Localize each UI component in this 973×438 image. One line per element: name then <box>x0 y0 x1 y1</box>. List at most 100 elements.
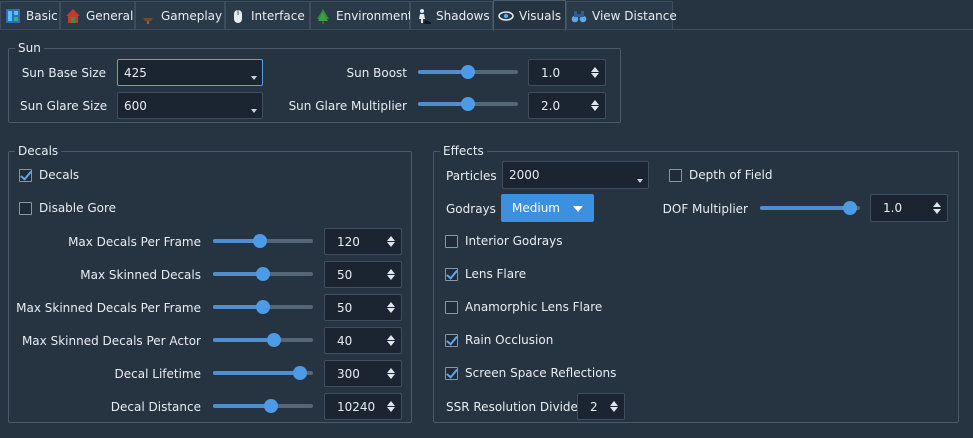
checkbox-box[interactable] <box>445 300 458 314</box>
screen-space-reflections-checkbox[interactable]: Screen Space Reflections <box>445 366 616 380</box>
spin-value: 120 <box>337 234 360 249</box>
spin-up-icon[interactable] <box>591 67 599 72</box>
checkbox-box[interactable] <box>19 201 32 215</box>
tab-gameplay[interactable]: Gameplay <box>135 1 225 29</box>
godrays-combo[interactable]: Medium <box>501 194 594 222</box>
checkbox-box[interactable] <box>669 168 682 182</box>
decal-lifetime-slider[interactable] <box>213 366 313 380</box>
mouse-icon <box>230 8 246 24</box>
max-decals-per-frame-label: Max Decals Per Frame <box>68 235 201 249</box>
house-icon <box>65 8 81 24</box>
spin-up-icon[interactable] <box>387 335 395 340</box>
binoculars-icon <box>571 8 587 24</box>
spin-down-icon[interactable] <box>591 106 599 111</box>
slider-handle[interactable] <box>461 65 475 79</box>
anamorphic-lens-flare-checkbox[interactable]: Anamorphic Lens Flare <box>445 300 602 314</box>
tab-environment[interactable]: Environment <box>310 1 413 29</box>
slider-handle[interactable] <box>256 300 270 314</box>
sun-glare-multiplier-spinbox[interactable]: 2.0 <box>528 92 606 119</box>
lens-flare-checkbox[interactable]: Lens Flare <box>445 267 526 281</box>
slider-handle[interactable] <box>461 97 475 111</box>
dof-multiplier-spinbox[interactable]: 1.0 <box>870 194 948 222</box>
particles-combo[interactable]: 2000 <box>502 161 649 189</box>
spin-up-icon[interactable] <box>591 100 599 105</box>
spin-up-icon[interactable] <box>387 269 395 274</box>
checkbox-box[interactable] <box>445 234 458 248</box>
max-skinned-decals-per-frame-slider[interactable] <box>213 300 313 314</box>
ssr-resolution-divider-spinbox[interactable]: 2 <box>577 393 625 420</box>
sun-boost-label: Sun Boost <box>346 66 407 80</box>
checkbox-box[interactable] <box>19 168 32 182</box>
sun-glare-multiplier-slider[interactable] <box>418 97 518 111</box>
slider-handle[interactable] <box>263 399 278 413</box>
sun-base-size-combo[interactable]: 425 <box>117 59 263 86</box>
decal-distance-slider[interactable] <box>213 399 313 413</box>
spin-down-icon[interactable] <box>387 341 395 346</box>
checkbox-box[interactable] <box>445 366 458 380</box>
max-decals-per-frame-slider[interactable] <box>213 234 313 248</box>
spin-down-icon[interactable] <box>591 73 599 78</box>
spin-up-icon[interactable] <box>387 236 395 241</box>
spin-down-icon[interactable] <box>387 374 395 379</box>
spin-value: 1.0 <box>541 65 561 80</box>
slider-handle[interactable] <box>267 333 282 347</box>
slider-handle[interactable] <box>843 201 858 215</box>
chevron-down-icon <box>251 76 257 80</box>
checkbox-box[interactable] <box>445 267 458 281</box>
tab-view-distance[interactable]: View Distance <box>566 1 677 29</box>
tab-label: Interface <box>251 8 305 23</box>
dof-multiplier-slider[interactable] <box>760 201 860 215</box>
spin-down-icon[interactable] <box>387 407 395 412</box>
checkbox-box[interactable] <box>445 333 458 347</box>
tab-basic[interactable]: Basic <box>0 1 60 29</box>
spin-down-icon[interactable] <box>387 308 395 313</box>
checkbox-label: Disable Gore <box>39 201 117 215</box>
max-skinned-decals-per-frame-label: Max Skinned Decals Per Frame <box>16 301 201 315</box>
spin-up-icon[interactable] <box>933 202 941 207</box>
spin-down-icon[interactable] <box>610 407 618 412</box>
checkbox-label: Lens Flare <box>465 267 527 281</box>
max-skinned-decals-per-actor-spinbox[interactable]: 40 <box>324 327 402 354</box>
slider-fill <box>213 338 275 342</box>
depth-of-field-checkbox[interactable]: Depth of Field <box>669 168 772 182</box>
decals-checkbox[interactable]: Decals <box>19 168 79 182</box>
max-decals-per-frame-spinbox[interactable]: 120 <box>324 228 402 255</box>
max-skinned-decals-per-actor-slider[interactable] <box>213 333 313 347</box>
spin-down-icon[interactable] <box>933 209 941 214</box>
decal-distance-spinbox[interactable]: 10240 <box>324 393 402 420</box>
checkbox-label: Rain Occlusion <box>465 333 554 347</box>
ssr-resolution-divider-label: SSR Resolution Divider <box>446 400 583 414</box>
slider-handle[interactable] <box>253 234 268 248</box>
spin-value: 50 <box>337 267 353 282</box>
tab-shadows[interactable]: Shadows <box>410 1 493 29</box>
spin-down-icon[interactable] <box>387 242 395 247</box>
spin-up-icon[interactable] <box>387 368 395 373</box>
caret-down-icon <box>573 206 583 212</box>
checkbox-label: Anamorphic Lens Flare <box>465 300 603 314</box>
checkbox-label: Interior Godrays <box>465 234 563 248</box>
tab-interface[interactable]: Interface <box>225 1 310 29</box>
tab-label: Basic <box>26 8 58 23</box>
sun-glare-size-combo[interactable]: 600 <box>117 92 263 119</box>
slider-handle[interactable] <box>256 267 270 281</box>
max-skinned-decals-spinbox[interactable]: 50 <box>324 261 402 288</box>
slider-handle[interactable] <box>292 366 307 380</box>
decal-lifetime-spinbox[interactable]: 300 <box>324 360 402 387</box>
spin-down-icon[interactable] <box>387 275 395 280</box>
disable-gore-checkbox[interactable]: Disable Gore <box>19 201 116 215</box>
sun-boost-slider[interactable] <box>418 65 518 79</box>
sun-boost-spinbox[interactable]: 1.0 <box>528 59 606 86</box>
tab-general[interactable]: General <box>60 1 135 29</box>
spin-up-icon[interactable] <box>610 401 618 406</box>
rain-occlusion-checkbox[interactable]: Rain Occlusion <box>445 333 553 347</box>
tree-icon <box>315 8 331 24</box>
interior-godrays-checkbox[interactable]: Interior Godrays <box>445 234 563 248</box>
spin-up-icon[interactable] <box>387 302 395 307</box>
max-skinned-decals-slider[interactable] <box>213 267 313 281</box>
max-skinned-decals-per-frame-spinbox[interactable]: 50 <box>324 294 402 321</box>
tab-visuals[interactable]: Visuals <box>493 0 566 31</box>
spin-up-icon[interactable] <box>387 401 395 406</box>
combo-value: 425 <box>124 65 147 80</box>
tab-label: General <box>86 8 134 23</box>
eye-icon <box>498 8 514 24</box>
